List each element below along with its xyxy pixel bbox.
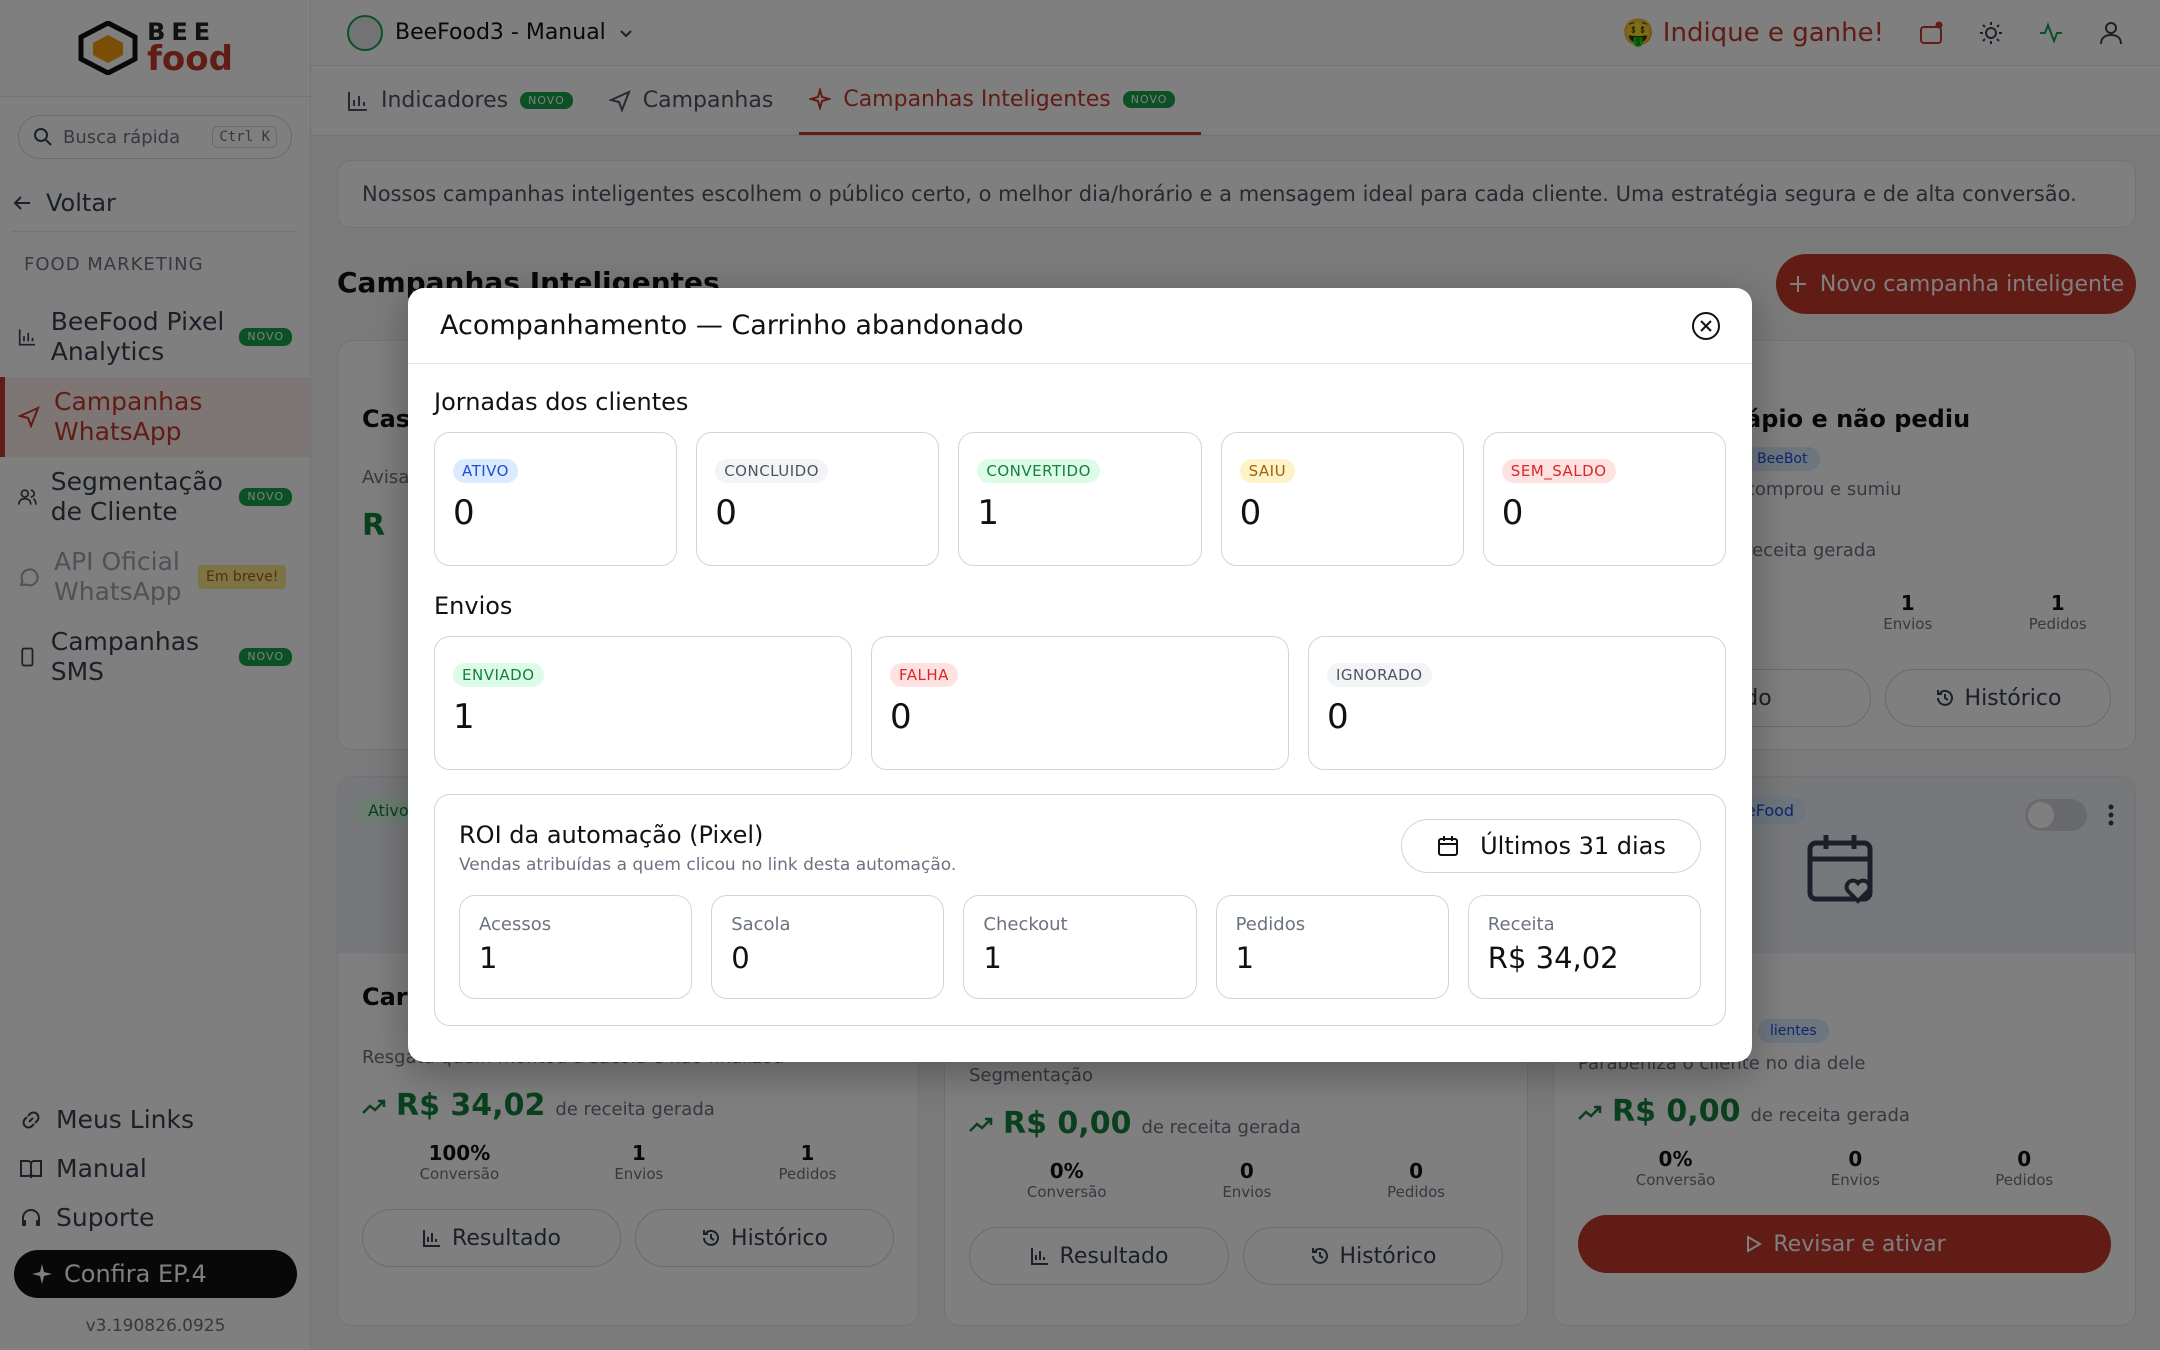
roi-metric-receita: Receita R$ 34,02 xyxy=(1467,895,1701,999)
roi-metric-pedidos: Pedidos 1 xyxy=(1215,895,1449,999)
roi-metrics: Acessos 1 Sacola 0 Checkout 1 Pedidos 1 … xyxy=(459,895,1701,999)
journey-card-ativo: ATIVO 0 xyxy=(434,432,678,566)
journey-value: 0 xyxy=(453,493,475,533)
metric-value: 1 xyxy=(983,941,1002,975)
tracking-modal: Acompanhamento — Carrinho abandonado Jor… xyxy=(408,288,1752,1062)
close-button[interactable] xyxy=(1692,311,1720,340)
roi-subtitle: Vendas atribuídas a quem clicou no link … xyxy=(459,855,957,875)
roi-metric-checkout: Checkout 1 xyxy=(963,895,1197,999)
modal-header: Acompanhamento — Carrinho abandonado xyxy=(408,288,1752,364)
roi-panel: ROI da automação (Pixel) Vendas atribuíd… xyxy=(434,794,1726,1026)
status-pill: FALHA xyxy=(890,663,958,687)
close-icon xyxy=(1700,319,1712,332)
metric-label: Receita xyxy=(1487,914,1555,935)
roi-title: ROI da automação (Pixel) xyxy=(459,821,764,849)
status-pill: IGNORADO xyxy=(1327,663,1432,687)
journeys-heading: Jornadas dos clientes xyxy=(434,388,689,416)
send-card-enviado: ENVIADO 1 xyxy=(434,636,852,770)
send-card-ignorado: IGNORADO 0 xyxy=(1308,636,1726,770)
send-card-falha: FALHA 0 xyxy=(871,636,1289,770)
status-pill: SAIU xyxy=(1239,459,1296,483)
sends-heading: Envios xyxy=(434,592,513,620)
status-pill: ENVIADO xyxy=(453,663,544,687)
send-value: 0 xyxy=(890,697,912,737)
metric-label: Acessos xyxy=(479,914,552,935)
journey-value: 0 xyxy=(1239,493,1262,533)
journeys-grid: ATIVO 0 CONCLUIDO 0 CONVERTIDO 1 SAIU 0 … xyxy=(434,432,1726,566)
status-pill: CONVERTIDO xyxy=(977,459,1100,483)
calendar-icon xyxy=(1438,836,1459,856)
roi-metric-sacola: Sacola 0 xyxy=(711,895,945,999)
journey-card-concluido: CONCLUIDO 0 xyxy=(696,432,940,566)
metric-value: 0 xyxy=(731,941,750,975)
metric-value: 1 xyxy=(479,941,498,975)
modal-title: Acompanhamento — Carrinho abandonado xyxy=(440,310,1024,341)
roi-metric-acessos: Acessos 1 xyxy=(459,895,693,999)
metric-value: R$ 34,02 xyxy=(1487,941,1619,975)
status-pill: SEM_SALDO xyxy=(1501,459,1616,483)
status-pill: ATIVO xyxy=(453,459,518,483)
send-value: 1 xyxy=(453,697,475,737)
journey-card-saiu: SAIU 0 xyxy=(1220,432,1464,566)
journey-card-convertido: CONVERTIDO 1 xyxy=(958,432,1202,566)
metric-label: Pedidos xyxy=(1235,914,1306,935)
status-pill: CONCLUIDO xyxy=(715,459,829,483)
journey-value: 0 xyxy=(1501,493,1524,533)
journey-card-sem-saldo: SEM_SALDO 0 xyxy=(1482,432,1726,566)
journey-value: 0 xyxy=(715,493,737,533)
period-selector[interactable]: Últimos 31 dias xyxy=(1401,819,1701,873)
sends-grid: ENVIADO 1 FALHA 0 IGNORADO 0 xyxy=(434,636,1726,770)
metric-label: Checkout xyxy=(983,914,1068,935)
journey-value: 1 xyxy=(977,493,1000,533)
period-label: Últimos 31 dias xyxy=(1480,832,1666,860)
metric-value: 1 xyxy=(1235,941,1255,975)
metric-label: Sacola xyxy=(731,914,791,935)
send-value: 0 xyxy=(1327,697,1349,737)
